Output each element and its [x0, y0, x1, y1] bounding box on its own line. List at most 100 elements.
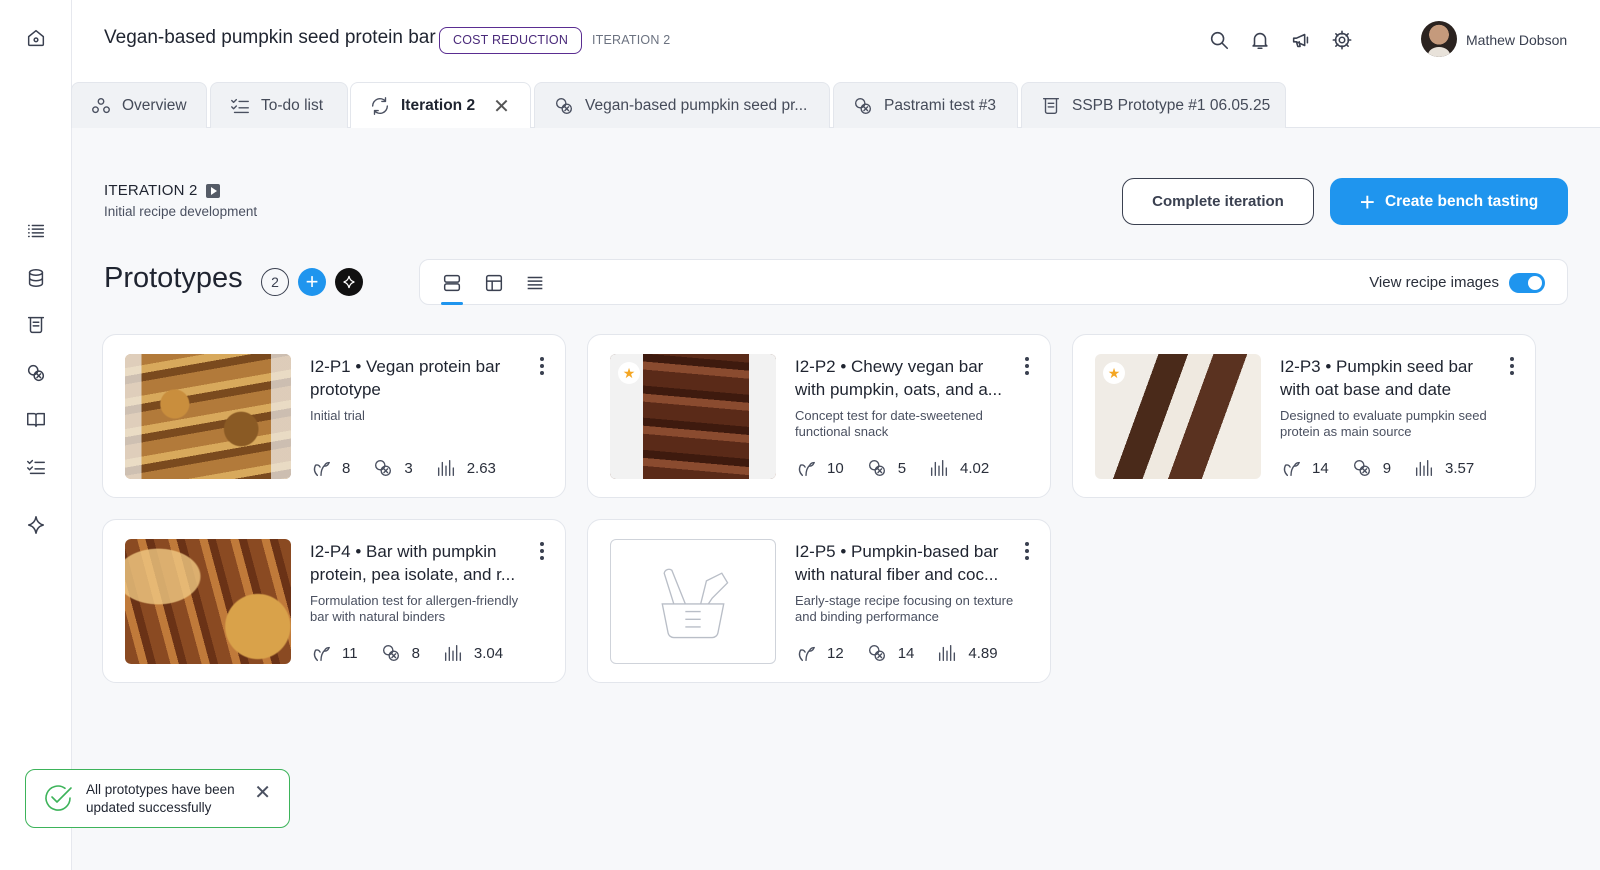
card-description: Formulation test for allergen-friendly b… [310, 593, 519, 624]
ingredients-icon [1283, 461, 1300, 477]
score-chart-icon [939, 644, 956, 662]
star-icon[interactable]: ★ [1103, 362, 1125, 384]
card-view-icon[interactable] [439, 270, 465, 296]
test-icon [854, 97, 872, 114]
more-options-icon[interactable] [1022, 540, 1032, 562]
more-options-icon[interactable] [1507, 355, 1517, 377]
plus-icon: + [1359, 186, 1375, 217]
card-description: Early-stage recipe focusing on texture a… [795, 593, 1014, 624]
stat-tests: 3 [404, 459, 413, 477]
grid-view-icon[interactable] [481, 270, 507, 296]
card-title: I2-P3 • Pumpkin seed bar with oat base a… [1280, 357, 1474, 399]
stat-score: 2.63 [466, 459, 496, 477]
stat-ingredients: 12 [827, 644, 844, 662]
test-icon [555, 97, 573, 114]
more-options-icon[interactable] [537, 355, 547, 377]
user-name[interactable]: Mathew Dobson [1466, 32, 1567, 48]
check-circle-icon [42, 782, 74, 814]
left-rail [0, 0, 72, 870]
card-description: Designed to evaluate pumpkin seed protei… [1280, 408, 1487, 439]
stat-score: 3.04 [473, 644, 504, 662]
complete-iteration-button[interactable]: Complete iteration [1122, 178, 1314, 225]
tab-label: To-do list [261, 96, 324, 114]
home-icon[interactable] [23, 25, 49, 51]
todo-icon [231, 98, 249, 113]
card-stats: 14 9 3.57 [1280, 457, 1496, 479]
megaphone-icon[interactable] [1288, 27, 1314, 53]
tests-icon[interactable] [23, 360, 49, 386]
checklist-icon[interactable] [23, 454, 49, 480]
book-icon[interactable] [23, 407, 49, 433]
main-content: ITERATION 2 Initial recipe development C… [72, 128, 1600, 870]
tab-label: Iteration 2 [401, 97, 476, 114]
tab-label: SSPB Prototype #1 06.05.25 [1072, 96, 1271, 114]
card-title: I2-P5 • Pumpkin-based bar with natural f… [795, 542, 999, 584]
tab-todo-list[interactable]: To-do list [210, 82, 348, 128]
success-toast: All prototypes have been updated success… [25, 769, 290, 828]
tab-label: Overview [122, 96, 187, 114]
more-options-icon[interactable] [1022, 355, 1032, 377]
ai-assist-button[interactable] [335, 268, 363, 296]
avatar[interactable] [1421, 21, 1457, 57]
iteration-icon [371, 97, 389, 115]
tab-pastrami-test[interactable]: Pastrami test #3 [833, 82, 1018, 128]
prototype-card[interactable]: I2-P4 • Bar with pumpkin protein, pea is… [102, 519, 566, 683]
prototype-card[interactable]: ★ I2-P2 • Chewy vegan bar with pumpkin, … [587, 334, 1051, 498]
card-stats: 11 8 3.04 [310, 642, 525, 664]
card-description: Initial trial [310, 408, 365, 423]
recipe-document-icon[interactable] [23, 312, 49, 338]
view-recipe-images-toggle[interactable] [1509, 273, 1545, 293]
stat-ingredients: 11 [342, 644, 358, 662]
score-chart-icon [444, 644, 461, 662]
recipe-image-placeholder [610, 539, 776, 664]
stat-ingredients: 10 [827, 459, 844, 477]
bell-icon[interactable] [1247, 27, 1273, 53]
score-chart-icon [1416, 459, 1433, 477]
recipe-image: ★ [1095, 354, 1261, 479]
tests-icon [868, 459, 885, 477]
cost-reduction-badge[interactable]: COST REDUCTION [439, 27, 583, 54]
list-view-icon[interactable] [522, 270, 548, 296]
prototype-card[interactable]: ★ I2-P3 • Pumpkin seed bar with oat base… [1072, 334, 1536, 498]
section-subtitle: Initial recipe development [104, 204, 258, 219]
tab-sspb-prototype[interactable]: SSPB Prototype #1 06.05.25 [1021, 82, 1286, 128]
card-stats: 10 5 4.02 [795, 457, 1011, 479]
prototype-card[interactable]: I2-P1 • Vegan protein bar prototype Init… [102, 334, 566, 498]
tab-vegan-test[interactable]: Vegan-based pumpkin seed pr... [534, 82, 830, 128]
gear-icon[interactable] [1329, 27, 1355, 53]
sparkle-icon[interactable] [23, 512, 49, 538]
section-title-text: ITERATION 2 [104, 182, 198, 199]
add-prototype-button[interactable]: + [298, 268, 326, 296]
score-chart-icon [931, 459, 948, 477]
close-icon[interactable]: ✕ [254, 780, 271, 805]
view-recipe-images-label: View recipe images [1369, 274, 1499, 291]
ingredients-icon [313, 646, 330, 662]
view-toolbar: View recipe images [419, 259, 1568, 305]
database-icon[interactable] [23, 265, 49, 291]
stat-score: 4.89 [968, 644, 998, 662]
card-title: I2-P2 • Chewy vegan bar with pumpkin, oa… [795, 357, 1002, 399]
stat-score: 4.02 [960, 459, 990, 477]
star-icon[interactable]: ★ [618, 362, 640, 384]
stat-score: 3.57 [1445, 459, 1475, 477]
search-icon[interactable] [1206, 27, 1232, 53]
score-chart-icon [437, 459, 454, 477]
create-bench-tasting-button[interactable]: + Create bench tasting [1330, 178, 1568, 225]
tests-icon [1353, 459, 1370, 477]
ingredients-icon [798, 461, 815, 477]
close-icon[interactable]: ✕ [493, 94, 510, 119]
prototype-card[interactable]: I2-P5 • Pumpkin-based bar with natural f… [587, 519, 1051, 683]
play-icon[interactable] [205, 183, 220, 198]
active-view-indicator [441, 302, 463, 305]
mixing-bowl-icon [661, 568, 729, 638]
tab-overview[interactable]: Overview [71, 82, 207, 128]
card-stats: 12 14 4.89 [795, 642, 1020, 664]
tab-iteration-2[interactable]: Iteration 2 ✕ [350, 82, 531, 129]
tab-label: Vegan-based pumpkin seed pr... [585, 96, 808, 114]
more-options-icon[interactable] [537, 540, 547, 562]
tests-icon [868, 644, 885, 662]
create-bench-tasting-label: Create bench tasting [1384, 192, 1539, 210]
recipe-image [125, 354, 291, 479]
prototype-count-badge: 2 [261, 268, 289, 296]
list-icon[interactable] [23, 218, 49, 244]
